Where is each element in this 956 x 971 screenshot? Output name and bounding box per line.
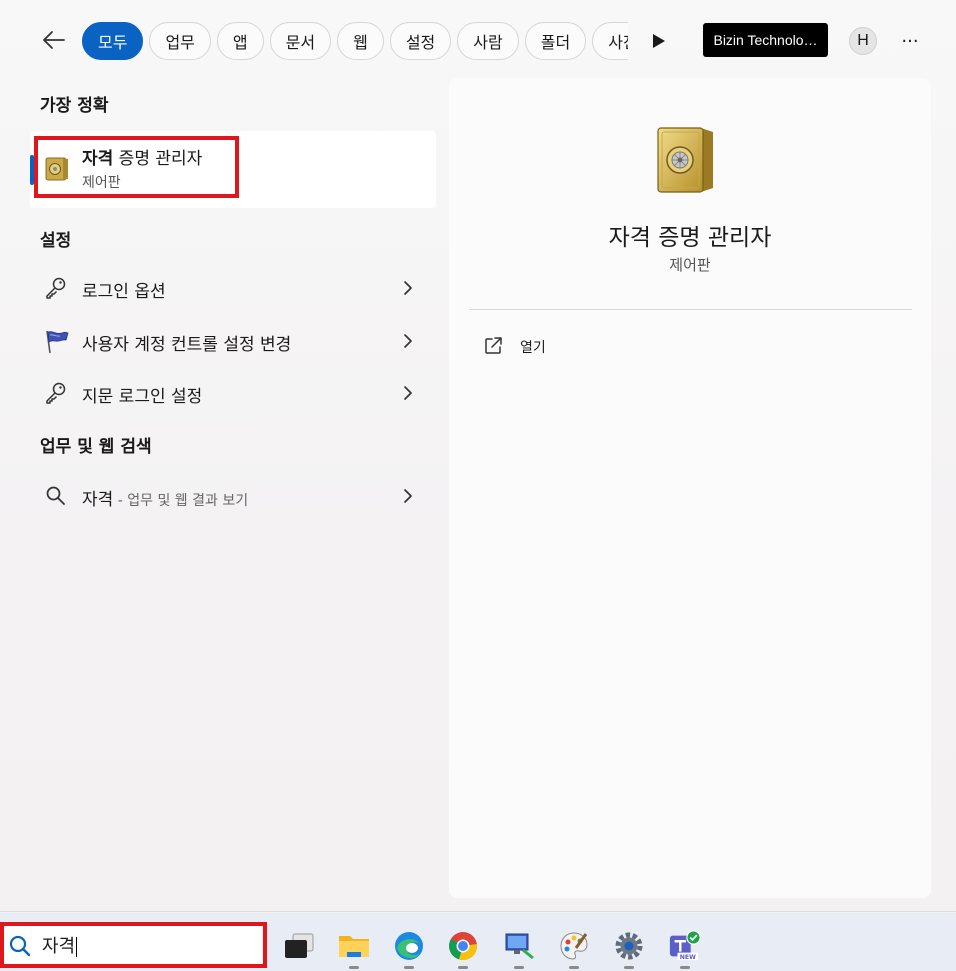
chevron-right-icon — [402, 332, 414, 350]
start-search-panel: 모두 업무 앱 문서 웹 설정 사람 폴더 사진 Bizin Technolo…… — [0, 0, 956, 912]
tab-settings[interactable]: 설정 — [389, 22, 452, 60]
tab-web[interactable]: 웹 — [337, 22, 384, 60]
chrome-icon[interactable] — [446, 929, 480, 969]
avatar[interactable]: H — [849, 27, 877, 55]
credential-manager-icon — [655, 124, 717, 198]
running-indicator — [569, 966, 579, 969]
teams-icon[interactable]: NEW — [668, 929, 702, 969]
divider — [469, 309, 912, 310]
tab-folders[interactable]: 폴더 — [524, 22, 587, 60]
running-indicator — [349, 966, 359, 969]
web-search-result[interactable]: 자격 - 업무 및 웹 결과 보기 — [30, 472, 428, 518]
best-match-subtitle: 제어판 — [82, 175, 121, 191]
best-match-title: 자격 증명 관리자 — [82, 149, 203, 169]
settings-item-uac[interactable]: 사용자 계정 컨트롤 설정 변경 — [30, 317, 428, 363]
running-indicator — [680, 966, 690, 969]
filter-tabs: 모두 업무 앱 문서 웹 설정 사람 폴더 사진 — [82, 22, 628, 60]
running-indicator — [514, 966, 524, 969]
more-options-button[interactable]: ··· — [896, 28, 924, 54]
web-search-label: 자격 - 업무 및 웹 결과 보기 — [82, 490, 249, 510]
selection-indicator — [30, 155, 34, 185]
best-match-result[interactable]: 자격 증명 관리자 제어판 — [30, 131, 436, 208]
back-arrow-icon — [43, 31, 65, 49]
web-search-heading: 업무 및 웹 검색 — [40, 437, 152, 457]
task-view-icon[interactable] — [282, 929, 316, 963]
search-input[interactable]: 자격 — [42, 932, 78, 958]
search-icon — [8, 934, 32, 962]
open-action[interactable]: 열기 — [479, 330, 679, 362]
credential-manager-icon — [45, 156, 69, 186]
chevron-right-icon — [402, 384, 414, 402]
tab-photos[interactable]: 사진 — [592, 22, 628, 60]
paint-icon[interactable] — [557, 929, 591, 969]
remote-desktop-icon[interactable] — [502, 929, 536, 969]
open-external-icon — [483, 336, 503, 360]
key-icon — [44, 276, 68, 300]
tab-all[interactable]: 모두 — [82, 22, 144, 60]
settings-item-label: 사용자 계정 컨트롤 설정 변경 — [82, 335, 292, 355]
key-icon — [44, 381, 68, 405]
tab-people[interactable]: 사람 — [457, 22, 519, 60]
file-explorer-icon[interactable] — [337, 929, 371, 969]
flag-icon — [44, 329, 69, 354]
scroll-tabs-button[interactable] — [648, 30, 668, 52]
open-action-label: 열기 — [520, 340, 546, 356]
running-indicator — [458, 966, 468, 969]
play-icon — [653, 34, 665, 48]
best-match-heading: 가장 정확 — [40, 96, 109, 116]
settings-icon[interactable] — [612, 929, 646, 969]
running-indicator — [404, 966, 414, 969]
running-indicator — [624, 966, 634, 969]
tab-work[interactable]: 업무 — [149, 22, 211, 60]
preview-pane: 자격 증명 관리자 제어판 열기 — [449, 78, 931, 898]
tab-documents[interactable]: 문서 — [269, 22, 332, 60]
search-icon — [44, 484, 68, 508]
chevron-right-icon — [402, 487, 414, 505]
organization-badge[interactable]: Bizin Technolo… — [703, 23, 828, 57]
settings-item-label: 지문 로그인 설정 — [82, 387, 203, 407]
svg-text:NEW: NEW — [680, 954, 696, 961]
settings-item-sign-in-options[interactable]: 로그인 옵션 — [30, 264, 428, 310]
chevron-right-icon — [402, 279, 414, 297]
settings-item-label: 로그인 옵션 — [82, 282, 166, 302]
tab-apps[interactable]: 앱 — [216, 22, 264, 60]
search-filter-bar: 모두 업무 앱 문서 웹 설정 사람 폴더 사진 Bizin Technolo…… — [0, 18, 956, 62]
settings-item-fingerprint[interactable]: 지문 로그인 설정 — [30, 369, 428, 415]
taskbar-search-box[interactable]: 자격 — [2, 925, 262, 965]
back-button[interactable] — [36, 22, 72, 58]
preview-subtitle: 제어판 — [669, 256, 711, 274]
preview-title: 자격 증명 관리자 — [608, 225, 772, 251]
edge-icon[interactable] — [392, 929, 426, 969]
taskbar: 자격 NEW — [0, 913, 956, 971]
settings-heading: 설정 — [40, 231, 72, 251]
